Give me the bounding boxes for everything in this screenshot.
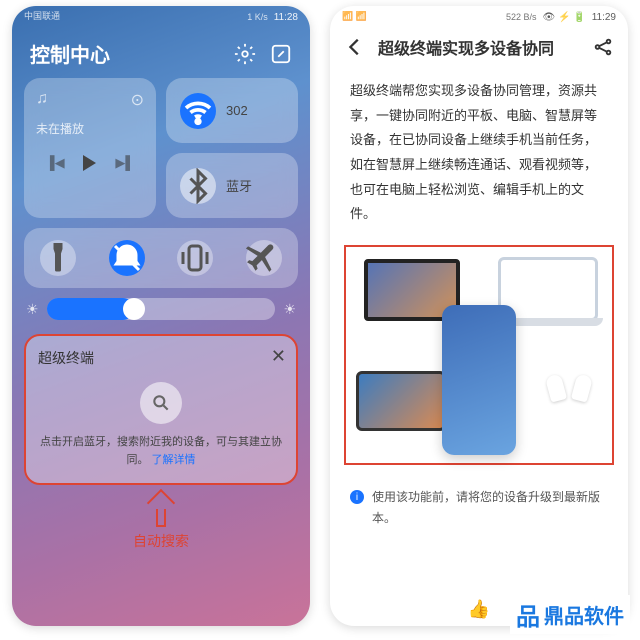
description-text: 超级终端帮您实现多设备协同管理，资源共享，一键协同附近的平板、电脑、智慧屏等设备… [330, 69, 628, 237]
like-button[interactable]: 👍 [468, 599, 490, 620]
search-button[interactable] [140, 382, 182, 424]
media-card[interactable]: ♫ ⊙ 未在播放 ▐◀ ▶▌ [24, 78, 156, 218]
control-center-screenshot: 中国联通 1 K/s11:28 控制中心 ♫ ⊙ 未在播放 ▐◀ ▶▌ [12, 6, 310, 626]
next-button[interactable]: ▶▌ [115, 155, 134, 171]
wifi-toggle[interactable]: 302 [166, 78, 298, 143]
prev-button[interactable]: ▐◀ [45, 155, 64, 171]
page-title: 超级终端实现多设备协同 [378, 35, 580, 59]
settings-icon[interactable] [234, 43, 256, 65]
play-button[interactable] [83, 155, 96, 171]
info-icon: i [350, 490, 364, 504]
annotation-text: 自动搜索 [12, 531, 310, 551]
close-icon[interactable]: ✕ [271, 346, 286, 367]
bluetooth-icon [180, 168, 216, 204]
edit-icon[interactable] [270, 43, 292, 65]
super-device-card: 超级终端 ✕ 点击开启蓝牙，搜索附近我的设备，可与其建立协同。 了解详情 [24, 334, 298, 485]
brightness-slider[interactable]: ☀ ☀ [26, 298, 296, 320]
bluetooth-toggle[interactable]: 蓝牙 [166, 153, 298, 218]
earbuds-device [544, 375, 594, 415]
status-bar: 📶 📶 522 B/s👁 ⚡ 🔋11:29 [330, 6, 628, 25]
wifi-icon [180, 93, 216, 129]
brand-watermark: 品 鼎品软件 [510, 595, 630, 634]
cast-icon[interactable]: ⊙ [131, 90, 144, 110]
brightness-low-icon: ☀ [26, 301, 39, 318]
phone-device [442, 305, 516, 455]
brightness-high-icon: ☀ [283, 301, 296, 318]
airplane-toggle[interactable] [246, 240, 282, 276]
page-title: 控制中心 [30, 39, 110, 68]
learn-more-link[interactable]: 了解详情 [152, 454, 196, 466]
mute-toggle[interactable] [109, 240, 145, 276]
music-icon: ♫ [36, 90, 48, 110]
share-icon[interactable] [592, 36, 614, 58]
tablet-device [356, 371, 446, 431]
super-device-title: 超级终端 [38, 348, 284, 368]
brand-icon: 品 [516, 597, 540, 632]
media-status: 未在播放 [36, 120, 144, 137]
flashlight-toggle[interactable] [40, 240, 76, 276]
super-device-detail-screenshot: 📶 📶 522 B/s👁 ⚡ 🔋11:29 超级终端实现多设备协同 超级终端帮您… [330, 6, 628, 626]
vibrate-toggle[interactable] [177, 240, 213, 276]
note-text: 使用该功能前，请将您的设备升级到最新版本。 [372, 487, 608, 528]
status-bar: 中国联通 1 K/s11:28 [12, 6, 310, 25]
back-icon[interactable] [344, 36, 366, 58]
devices-illustration [344, 245, 614, 465]
annotation-arrow [147, 489, 175, 517]
